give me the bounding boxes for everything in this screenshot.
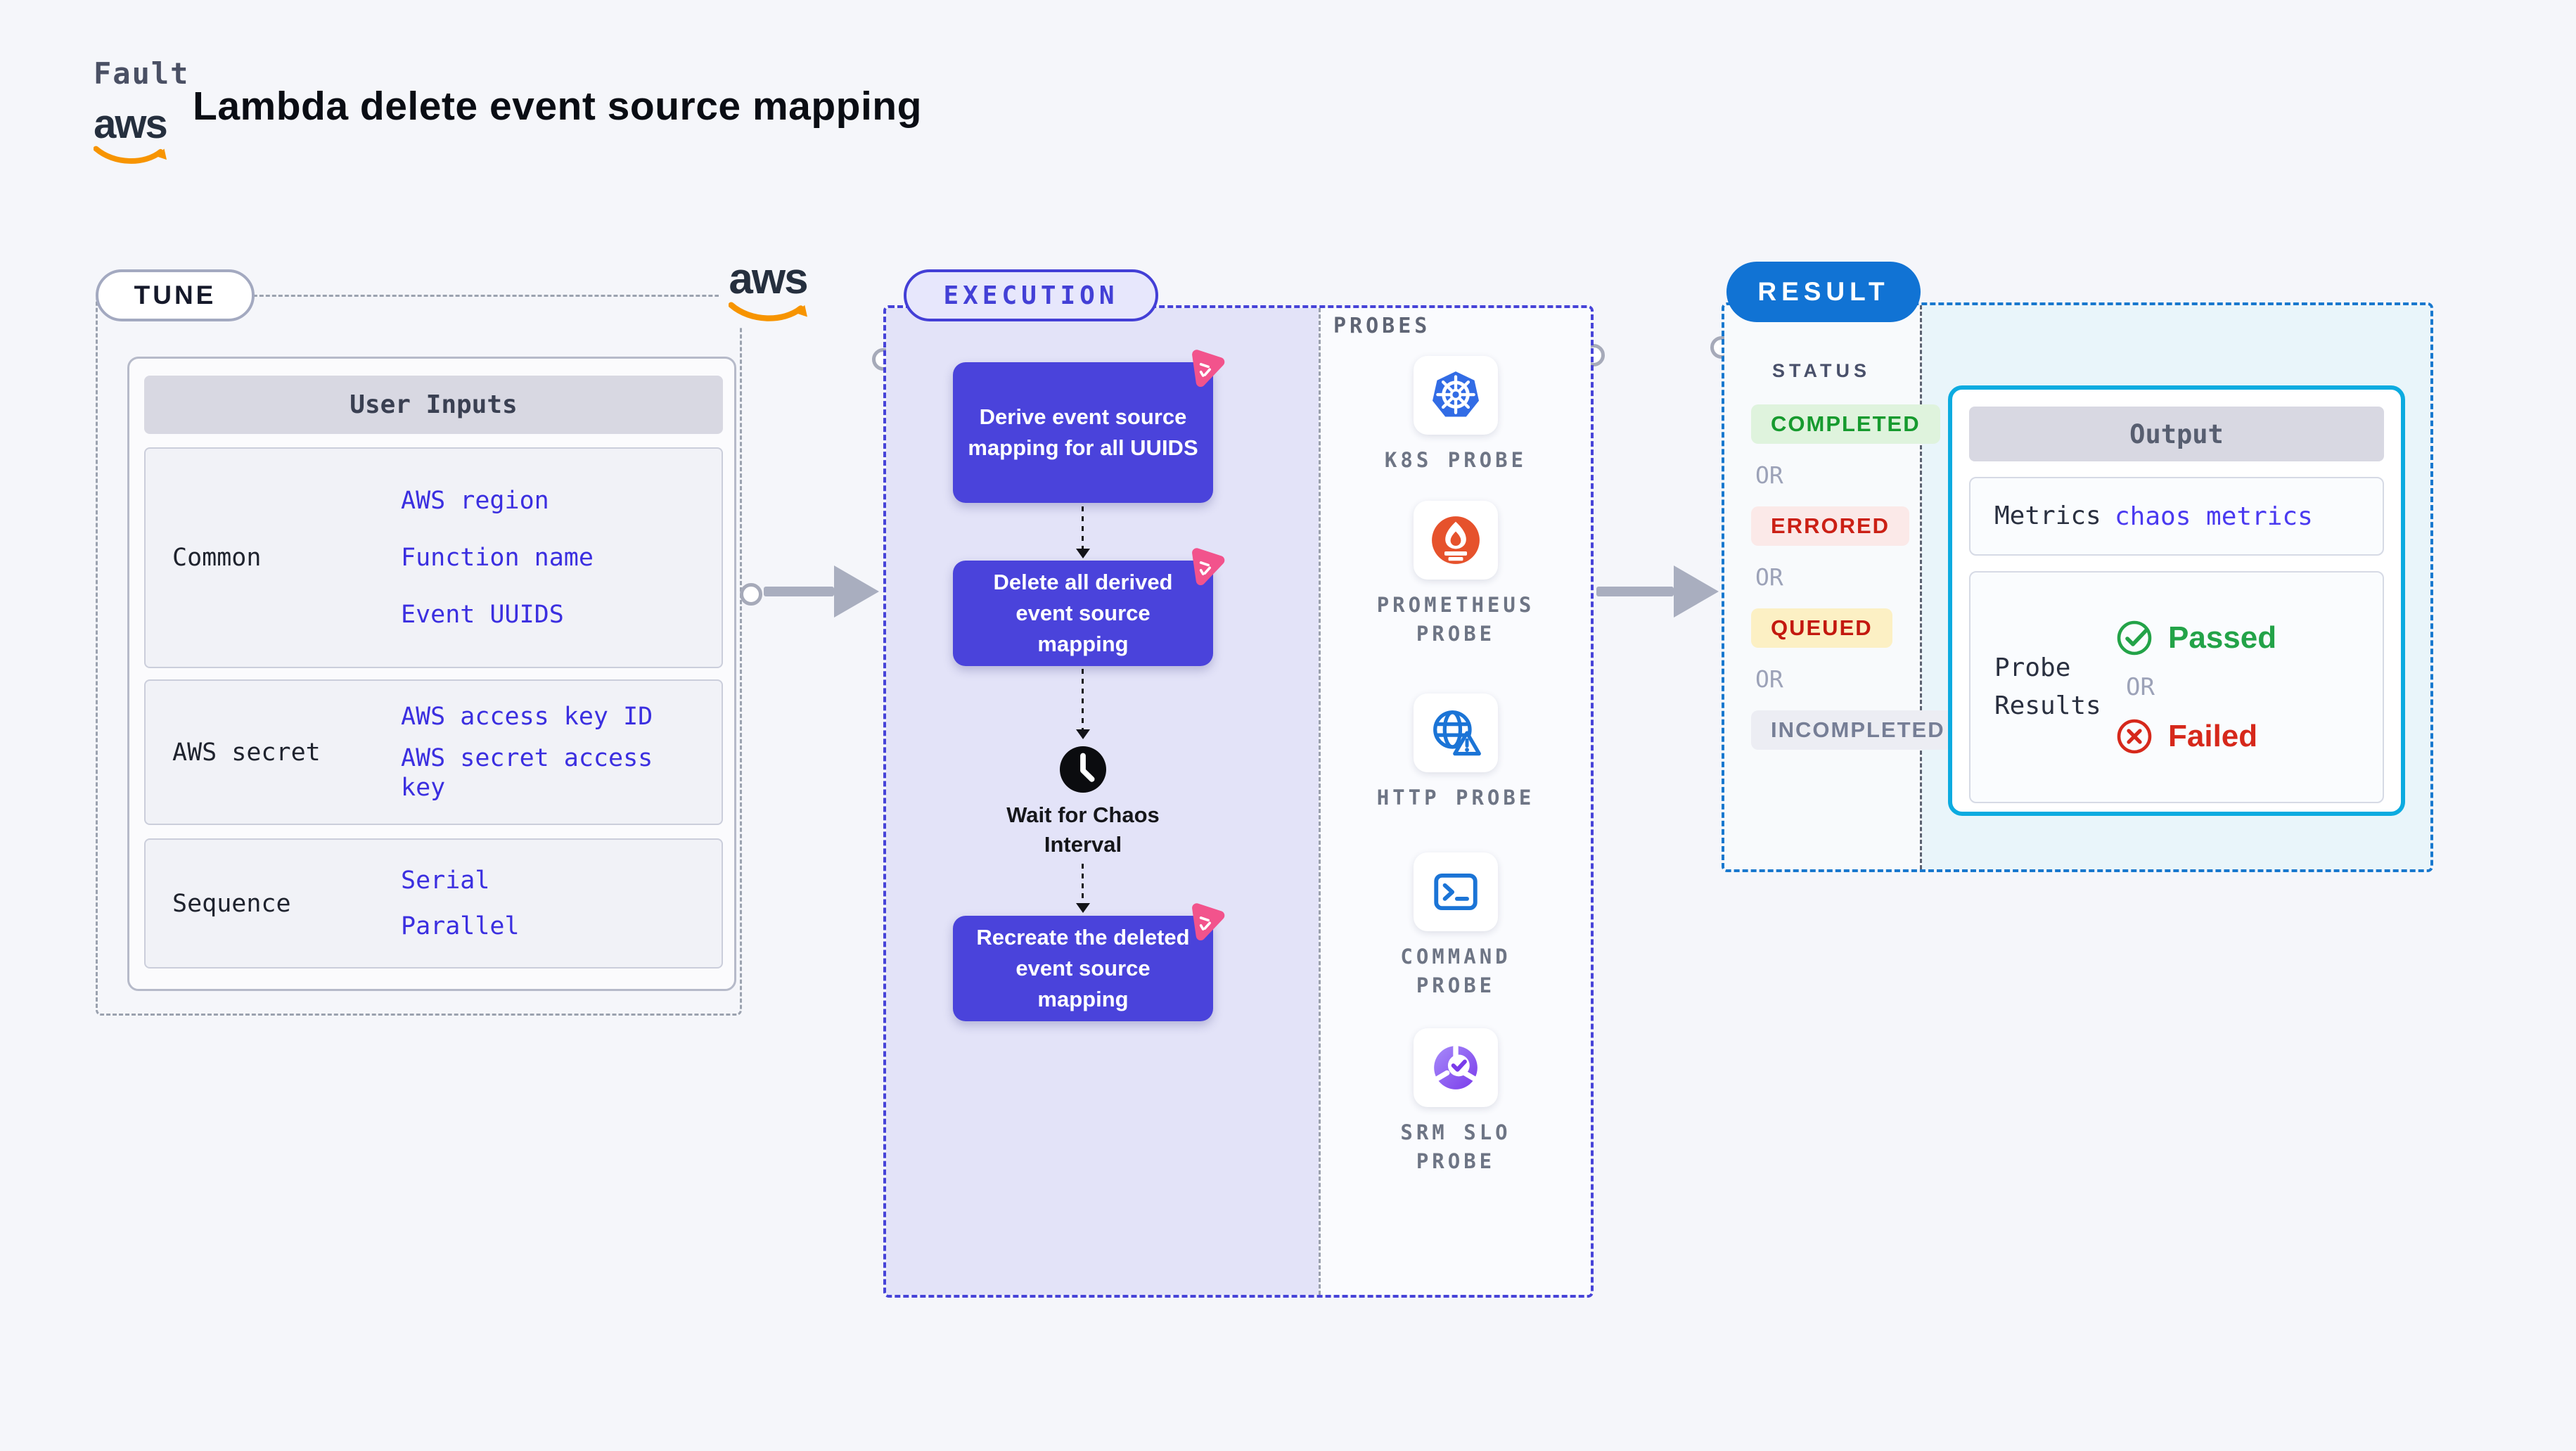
- tune-badge[interactable]: TUNE: [96, 269, 255, 321]
- wait-step-label: Wait for Chaos Interval: [1006, 803, 1160, 857]
- flow-dotted-connector: [1082, 864, 1084, 905]
- flow-arrowhead-icon: [1076, 903, 1090, 913]
- aws-smile-icon: [729, 302, 807, 321]
- user-inputs-row-sequence: Sequence Serial Parallel: [144, 838, 723, 969]
- slo-gauge-icon: [1434, 1044, 1478, 1089]
- probe-command[interactable]: COMMAND PROBE: [1322, 852, 1589, 999]
- fault-diagram: Fault aws Lambda delete event source map…: [0, 0, 2576, 1451]
- flow-dotted-connector: [1082, 669, 1084, 731]
- input-link-function-name[interactable]: Function name: [401, 543, 715, 573]
- status-badge-completed: COMPLETED: [1751, 404, 1940, 444]
- input-link-secret-access-key[interactable]: AWS secret access key: [401, 743, 715, 803]
- page-title: Lambda delete event source mapping: [193, 84, 922, 129]
- node-derive-event-source-mapping[interactable]: Derive event source mapping for all UUID…: [953, 350, 1225, 503]
- terminal-icon: [1434, 873, 1478, 911]
- execution-badge[interactable]: EXECUTION: [904, 269, 1158, 321]
- user-inputs-row-aws-secret: AWS secret AWS access key ID AWS secret …: [144, 679, 723, 825]
- probes-title: PROBES: [1333, 314, 1431, 338]
- flow-arrow: [764, 587, 834, 596]
- aws-logo-text: aws: [94, 101, 168, 147]
- probe-prometheus[interactable]: PROMETHEUS PROBE: [1322, 501, 1589, 648]
- metrics-row: Metrics chaos metrics: [1969, 477, 2384, 556]
- input-link-aws-region[interactable]: AWS region: [401, 486, 715, 516]
- probe-icon-card: [1414, 501, 1498, 580]
- or-separator: OR: [1755, 665, 1783, 693]
- output-card: Output Metrics chaos metrics Probe Resul…: [1948, 385, 2405, 816]
- probe-results-label: Probe Results: [1994, 653, 2101, 720]
- result-badge[interactable]: RESULT: [1726, 262, 1921, 322]
- probe-label: COMMAND PROBE: [1400, 945, 1511, 997]
- chaos-icon: [1192, 548, 1225, 586]
- flow-arrowhead-icon: [1076, 549, 1090, 558]
- probe-label: K8S PROBE: [1384, 448, 1527, 472]
- x-circle-icon: [2117, 719, 2152, 754]
- row-label: AWS secret: [172, 738, 321, 767]
- status-list: COMPLETED OR ERRORED OR QUEUED OR INCOMP…: [1751, 404, 1965, 767]
- input-link-serial[interactable]: Serial: [401, 866, 715, 895]
- input-link-event-uuids[interactable]: Event UUIDS: [401, 600, 715, 629]
- flow-arrowhead-icon: [834, 565, 879, 618]
- probe-icon-card: [1414, 356, 1498, 435]
- flow-arrowhead-icon: [1076, 729, 1090, 739]
- or-separator: OR: [2126, 673, 2155, 701]
- probe-results-row: Probe Results Passed OR Failed: [1969, 571, 2384, 803]
- node-delete-event-source-mapping[interactable]: Delete all derived event source mapping: [953, 548, 1225, 666]
- aws-logo: aws: [94, 101, 168, 166]
- probe-label: SRM SLO PROBE: [1400, 1120, 1511, 1173]
- kubernetes-icon: [1433, 371, 1479, 417]
- clock-icon: [1060, 746, 1106, 793]
- probe-icon-card: [1414, 1028, 1498, 1107]
- or-separator: OR: [1755, 563, 1783, 591]
- check-circle-icon: [2117, 620, 2152, 656]
- passed-label: Passed: [2168, 620, 2277, 655]
- aws-smile-icon: [94, 146, 167, 164]
- failed-label: Failed: [2168, 719, 2258, 753]
- output-header: Output: [1969, 407, 2384, 461]
- probe-icon-card: [1414, 852, 1498, 931]
- row-label: Sequence: [172, 889, 291, 918]
- row-label: Common: [172, 544, 262, 572]
- user-inputs-header: User Inputs: [144, 376, 723, 434]
- status-badge-queued: QUEUED: [1751, 608, 1892, 648]
- node-recreate-event-source-mapping[interactable]: Recreate the deleted event source mappin…: [953, 903, 1225, 1021]
- wait-step[interactable]: [1058, 744, 1108, 795]
- aws-logo-tune: aws: [719, 255, 817, 326]
- chaos-icon: [1192, 350, 1225, 388]
- chaos-icon: [1192, 903, 1225, 941]
- node-label: Recreate the deleted event source mappin…: [976, 924, 1190, 1011]
- probe-srm-slo[interactable]: SRM SLO PROBE: [1322, 1028, 1589, 1175]
- user-inputs-card: User Inputs Common AWS region Function n…: [127, 357, 736, 991]
- node-label: Delete all derived event source mapping: [993, 569, 1173, 656]
- input-link-access-key-id[interactable]: AWS access key ID: [401, 702, 715, 731]
- flow-dotted-connector: [1082, 506, 1084, 550]
- probe-label: HTTP PROBE: [1376, 786, 1535, 810]
- probe-http[interactable]: HTTP PROBE: [1322, 693, 1589, 812]
- fault-kicker: Fault: [94, 56, 190, 91]
- aws-logo-text: aws: [729, 255, 808, 303]
- flow-arrow: [1596, 587, 1674, 596]
- status-title: STATUS: [1772, 360, 1871, 381]
- metrics-label: Metrics: [1994, 501, 2101, 530]
- probe-icon-card: [1414, 693, 1498, 772]
- prometheus-icon: [1432, 516, 1480, 564]
- or-separator: OR: [1755, 461, 1783, 489]
- input-link-parallel[interactable]: Parallel: [401, 912, 715, 941]
- flow-arrowhead-icon: [1674, 565, 1719, 618]
- probe-result-passed: Passed: [2115, 618, 2276, 658]
- user-inputs-row-common: Common AWS region Function name Event UU…: [144, 447, 723, 668]
- status-badge-errored: ERRORED: [1751, 506, 1910, 546]
- status-badge-incompleted: INCOMPLETED: [1751, 710, 1965, 750]
- probe-result-failed: Failed: [2115, 717, 2276, 756]
- probe-label: PROMETHEUS PROBE: [1376, 593, 1535, 646]
- metrics-value-link[interactable]: chaos metrics: [2115, 478, 2313, 554]
- connector-ring: [740, 583, 762, 606]
- node-label: Derive event source mapping for all UUID…: [968, 404, 1198, 460]
- globe-warning-icon: [1433, 710, 1481, 756]
- probe-k8s[interactable]: K8S PROBE: [1322, 356, 1589, 475]
